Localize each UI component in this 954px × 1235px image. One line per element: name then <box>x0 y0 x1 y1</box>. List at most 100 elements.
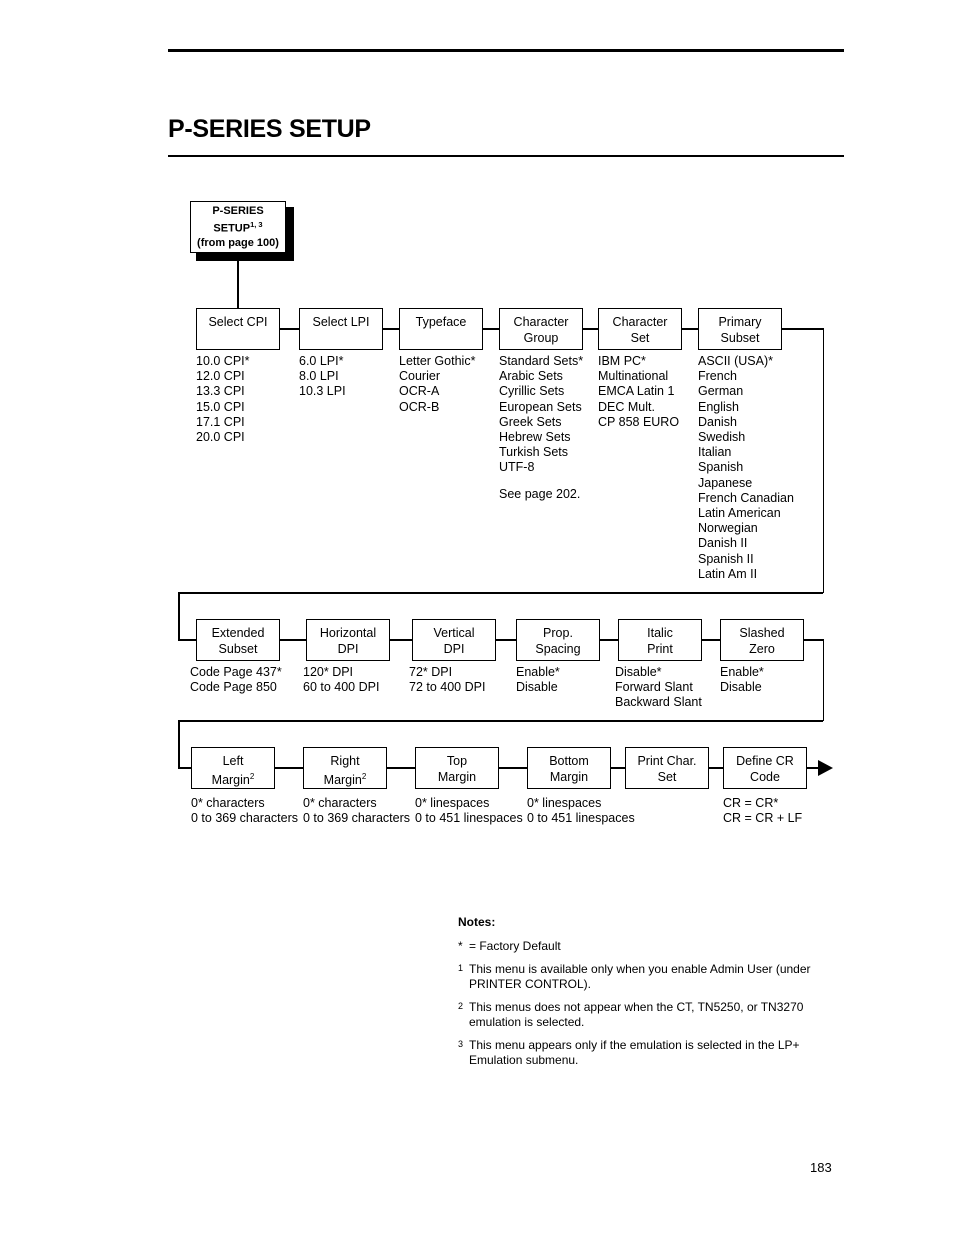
menu-box-print-char-set[interactable]: Print Char. Set <box>625 747 709 789</box>
note-marker: * <box>458 939 463 953</box>
root-node-line1: P-SERIES <box>212 205 264 218</box>
wrap2-bottom-segment <box>178 720 823 722</box>
option-item: Letter Gothic* <box>399 354 476 368</box>
options-character-set: IBM PC* Multinational EMCA Latin 1 DEC M… <box>598 354 679 430</box>
menu-box-slashed-zero[interactable]: Slashed Zero <box>720 619 804 661</box>
wrap2-entry-segment <box>178 767 191 769</box>
root-node-line3: (from page 100) <box>197 236 279 249</box>
menu-box-title-label: Margin <box>323 773 362 788</box>
menu-box-vertical-dpi[interactable]: Vertical DPI <box>412 619 496 661</box>
menu-box-select-cpi[interactable]: Select CPI <box>196 308 280 350</box>
link-bottommargin-printcharset <box>611 767 625 769</box>
root-node-p-series-setup[interactable]: P-SERIES SETUP1, 3 (from page 100) <box>190 201 286 253</box>
menu-box-define-cr-code[interactable]: Define CR Code <box>723 747 807 789</box>
wrap2-right-vertical <box>822 639 824 721</box>
option-item: French <box>698 369 737 384</box>
note-item-3: 3 This menu appears only if the emulatio… <box>458 1038 838 1068</box>
option-item: Courier <box>399 369 440 384</box>
menu-box-title-line1: Bottom <box>549 754 589 768</box>
link-extsubset-hdpi <box>280 639 306 641</box>
menu-box-horizontal-dpi[interactable]: Horizontal DPI <box>306 619 390 661</box>
options-top-margin: 0* linespaces 0 to 451 linespaces <box>415 796 523 826</box>
option-item: Forward Slant <box>615 680 693 695</box>
link-topmargin-bottommargin <box>499 767 527 769</box>
menu-box-character-group[interactable]: Character Group <box>499 308 583 350</box>
menu-box-right-margin[interactable]: Right Margin2 <box>303 747 387 789</box>
option-item: 0* characters <box>303 796 377 810</box>
option-item: 0* characters <box>191 796 265 810</box>
option-item: 10.0 CPI* <box>196 354 250 368</box>
root-node-footnote-refs: 1, 3 <box>250 220 263 230</box>
wrap2-top-segment <box>804 639 824 641</box>
option-item: 13.3 CPI <box>196 384 245 399</box>
options-select-cpi: 10.0 CPI* 12.0 CPI 13.3 CPI 15.0 CPI 17.… <box>196 354 250 445</box>
option-item: Norwegian <box>698 521 758 536</box>
option-item: 15.0 CPI <box>196 399 245 414</box>
option-item: 8.0 LPI <box>299 369 339 384</box>
option-item: Swedish <box>698 430 746 445</box>
option-item: 10.3 LPI <box>299 384 346 399</box>
flow-arrow-icon <box>818 760 833 776</box>
option-item: 0 to 451 linespaces <box>527 811 635 826</box>
menu-box-title-line1: Extended <box>211 626 265 640</box>
option-item: Spanish II <box>698 551 754 566</box>
menu-box-title-line2: Subset <box>720 331 760 345</box>
menu-box-typeface[interactable]: Typeface <box>399 308 483 350</box>
menu-box-title-line2: Spacing <box>535 642 581 656</box>
menu-box-select-lpi[interactable]: Select LPI <box>299 308 383 350</box>
menu-box-bottom-margin[interactable]: Bottom Margin <box>527 747 611 789</box>
option-item: Latin Am II <box>698 566 758 581</box>
options-left-margin: 0* characters 0 to 369 characters <box>191 796 298 826</box>
link-hdpi-vdpi <box>390 639 412 641</box>
menu-box-title-line1: Select CPI <box>208 315 268 329</box>
option-item: ASCII (USA)* <box>698 354 774 368</box>
option-item: 20.0 CPI <box>196 430 245 445</box>
link-leftmargin-rightmargin <box>275 767 303 769</box>
option-item: EMCA Latin 1 <box>598 384 675 399</box>
root-node-line2: SETUP1, 3 <box>213 218 262 236</box>
option-item: IBM PC* <box>598 354 646 368</box>
note-marker: 1 <box>458 963 464 973</box>
menu-box-character-set[interactable]: Character Set <box>598 308 682 350</box>
link-chargroup-charset <box>583 328 598 330</box>
page-title: P-SERIES SETUP <box>168 115 371 143</box>
link-vdpi-propspacing <box>496 639 516 641</box>
link-propspacing-italic <box>600 639 618 641</box>
options-vertical-dpi: 72* DPI 72 to 400 DPI <box>409 665 485 695</box>
menu-box-left-margin[interactable]: Left Margin2 <box>191 747 275 789</box>
options-prop-spacing: Enable* Disable <box>516 665 560 695</box>
menu-box-title-line1: Print Char. <box>637 754 697 768</box>
note-text: This menu appears only if the emulation … <box>469 1038 800 1067</box>
menu-box-title-label: Margin <box>211 773 250 788</box>
menu-box-title-line1: Prop. <box>543 626 573 640</box>
option-item: 72* DPI <box>409 665 453 679</box>
option-item: Multinational <box>598 369 669 384</box>
note-item-asterisk: * = Factory Default <box>458 939 838 954</box>
option-item: 17.1 CPI <box>196 414 245 429</box>
options-bottom-margin: 0* linespaces 0 to 451 linespaces <box>527 796 635 826</box>
menu-box-title-line2: Margin2 <box>324 769 367 788</box>
note-text: This menu is available only when you ena… <box>469 962 811 991</box>
menu-box-title-line2: Print <box>647 642 673 656</box>
menu-box-title-line1: Define CR <box>736 754 794 768</box>
menu-box-prop-spacing[interactable]: Prop. Spacing <box>516 619 600 661</box>
option-item: French Canadian <box>698 490 794 505</box>
menu-box-extended-subset[interactable]: Extended Subset <box>196 619 280 661</box>
menu-box-primary-subset[interactable]: Primary Subset <box>698 308 782 350</box>
wrap1-entry-segment <box>178 639 196 641</box>
menu-box-title-line1: Slashed <box>739 626 785 640</box>
option-item: Latin American <box>698 506 781 521</box>
option-item: OCR-A <box>399 384 440 399</box>
menu-box-italic-print[interactable]: Italic Print <box>618 619 702 661</box>
menu-box-footnote-ref: 2 <box>361 772 367 781</box>
menu-box-title-line2: Margin <box>437 770 477 784</box>
link-typeface-chargroup <box>483 328 499 330</box>
menu-box-title-line2: Code <box>750 770 780 784</box>
menu-box-top-margin[interactable]: Top Margin <box>415 747 499 789</box>
menu-box-title-line2: DPI <box>443 642 465 656</box>
link-rightmargin-topmargin <box>387 767 415 769</box>
option-item: 72 to 400 DPI <box>409 680 486 695</box>
header-rule <box>168 49 844 52</box>
menu-box-title-line2: Margin2 <box>212 769 255 788</box>
options-character-group: Standard Sets* Arabic Sets Cyrillic Sets… <box>499 354 583 502</box>
